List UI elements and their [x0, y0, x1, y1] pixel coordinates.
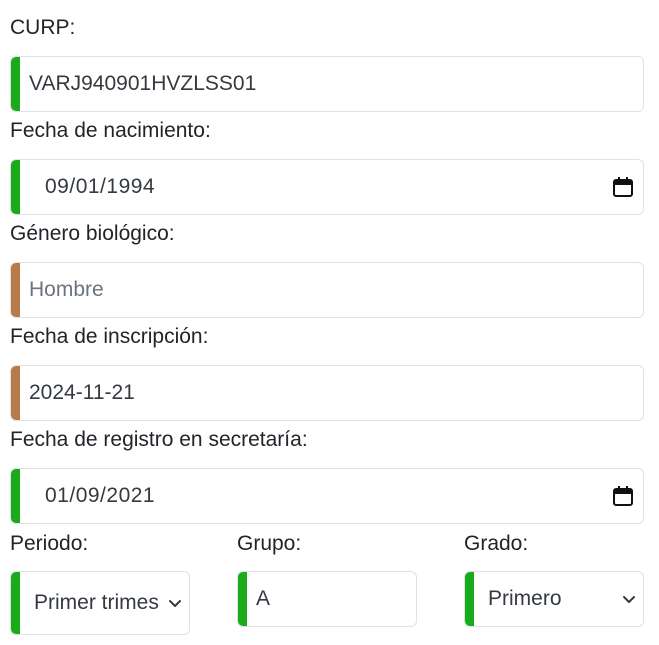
group-value: A	[256, 587, 271, 610]
grade-select[interactable]: Primero	[464, 571, 644, 627]
group-status-bar	[238, 572, 247, 626]
group-input[interactable]: A	[237, 571, 417, 627]
registry-date-input[interactable]: 01/09/2021	[10, 468, 644, 524]
calendar-icon[interactable]	[611, 484, 635, 508]
curp-status-bar	[11, 57, 20, 111]
period-select[interactable]: Primer trimes	[10, 571, 190, 635]
enrollment-date-label: Fecha de inscripción:	[10, 325, 209, 348]
enrollment-date-status-bar	[11, 366, 20, 420]
enrollment-date-value: 2024-11-21	[29, 381, 135, 404]
gender-input[interactable]: Hombre	[10, 262, 644, 318]
gender-status-bar	[11, 263, 20, 317]
birthdate-status-bar	[11, 160, 20, 214]
period-label: Periodo:	[10, 532, 89, 555]
grade-label: Grado:	[464, 532, 529, 555]
period-selected-value: Primer trimes	[34, 591, 159, 614]
birthdate-value: 09/01/1994	[45, 175, 156, 198]
registry-date-status-bar	[11, 469, 20, 523]
gender-placeholder: Hombre	[29, 278, 104, 301]
grade-status-bar	[465, 572, 474, 626]
curp-input[interactable]: VARJ940901HVZLSS01	[10, 56, 644, 112]
calendar-icon[interactable]	[611, 175, 635, 199]
chevron-down-icon	[623, 596, 635, 603]
birthdate-label: Fecha de nacimiento:	[10, 119, 211, 142]
curp-label: CURP:	[10, 16, 76, 39]
registry-date-label: Fecha de registro en secretaría:	[10, 428, 308, 451]
grade-selected-value: Primero	[488, 587, 562, 610]
period-status-bar	[11, 572, 20, 634]
group-label: Grupo:	[237, 532, 302, 555]
chevron-down-icon	[169, 600, 181, 607]
registry-date-value: 01/09/2021	[45, 484, 156, 507]
gender-label: Género biológico:	[10, 222, 175, 245]
birthdate-input[interactable]: 09/01/1994	[10, 159, 644, 215]
enrollment-date-input[interactable]: 2024-11-21	[10, 365, 644, 421]
curp-value: VARJ940901HVZLSS01	[29, 72, 257, 95]
